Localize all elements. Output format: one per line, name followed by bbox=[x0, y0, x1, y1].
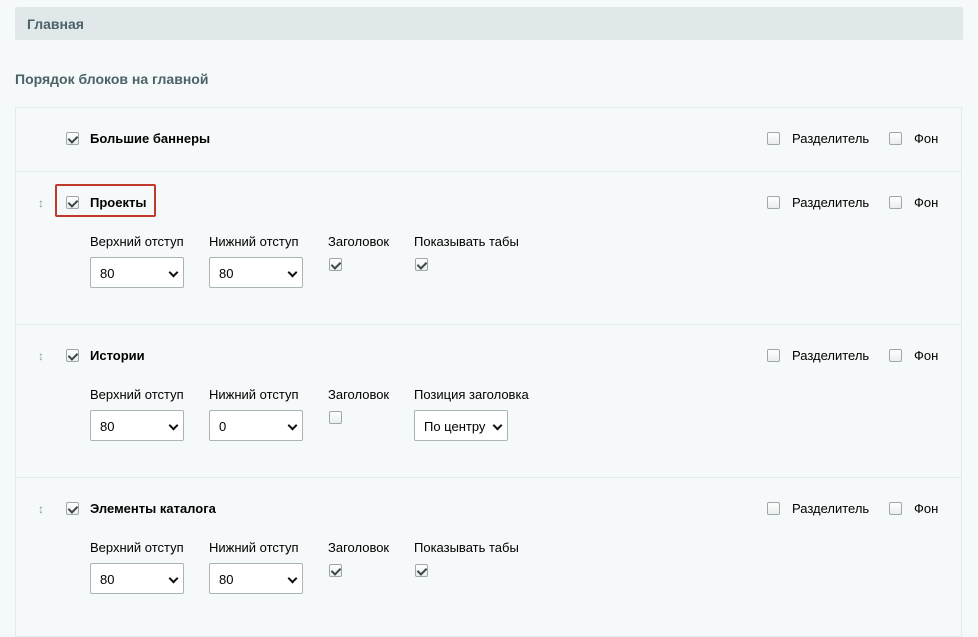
drag-handle-icon[interactable]: ↕ bbox=[38, 350, 44, 362]
heading-checkbox[interactable] bbox=[329, 564, 342, 577]
separator-checkbox[interactable] bbox=[767, 196, 780, 209]
top-padding-label: Верхний отступ bbox=[90, 540, 184, 555]
heading-position-select[interactable]: По центру bbox=[414, 410, 508, 441]
show-tabs-checkbox[interactable] bbox=[415, 258, 428, 271]
heading-label: Заголовок bbox=[328, 540, 390, 555]
show-tabs-checkbox[interactable] bbox=[415, 564, 428, 577]
chevron-down-icon bbox=[287, 267, 298, 278]
block-enabled-checkbox[interactable] bbox=[66, 502, 79, 515]
separator-checkbox[interactable] bbox=[767, 502, 780, 515]
background-label: Фон bbox=[914, 501, 939, 516]
page-title: Главная bbox=[27, 16, 84, 32]
top-padding-label: Верхний отступ bbox=[90, 234, 184, 249]
top-padding-select[interactable]: 80 bbox=[90, 563, 184, 594]
separator-label: Разделитель bbox=[792, 195, 870, 210]
heading-checkbox[interactable] bbox=[329, 411, 342, 424]
chevron-down-icon bbox=[168, 573, 179, 584]
bottom-padding-label: Нижний отступ bbox=[209, 540, 299, 555]
block-enabled-checkbox[interactable] bbox=[66, 349, 79, 362]
page-header: Главная bbox=[15, 7, 963, 40]
block-projects: ↕ Проекты Разделитель Фон Верхний отступ… bbox=[15, 171, 962, 325]
drag-handle-icon[interactable]: ↕ bbox=[38, 197, 44, 209]
drag-handle-icon[interactable]: ↕ bbox=[38, 503, 44, 515]
chevron-down-icon bbox=[492, 420, 503, 431]
chevron-down-icon bbox=[287, 573, 298, 584]
block-big-banners: Большие баннеры Разделитель Фон bbox=[15, 107, 962, 172]
background-checkbox[interactable] bbox=[889, 502, 902, 515]
section-title: Порядок блоков на главной bbox=[15, 71, 209, 87]
background-checkbox[interactable] bbox=[889, 132, 902, 145]
separator-label: Разделитель bbox=[792, 131, 870, 146]
separator-label: Разделитель bbox=[792, 501, 870, 516]
block-name: Большие баннеры bbox=[90, 131, 211, 146]
show-tabs-label: Показывать табы bbox=[414, 234, 519, 249]
background-checkbox[interactable] bbox=[889, 349, 902, 362]
block-name: Элементы каталога bbox=[90, 501, 216, 516]
background-checkbox[interactable] bbox=[889, 196, 902, 209]
chevron-down-icon bbox=[168, 267, 179, 278]
heading-label: Заголовок bbox=[328, 387, 390, 402]
block-name: Истории bbox=[90, 348, 145, 363]
bottom-padding-select[interactable]: 0 bbox=[209, 410, 303, 441]
show-tabs-label: Показывать табы bbox=[414, 540, 519, 555]
block-catalog-items: ↕ Элементы каталога Разделитель Фон Верх… bbox=[15, 477, 962, 637]
top-padding-select[interactable]: 80 bbox=[90, 410, 184, 441]
background-label: Фон bbox=[914, 348, 939, 363]
top-padding-label: Верхний отступ bbox=[90, 387, 184, 402]
heading-position-label: Позиция заголовка bbox=[414, 387, 529, 402]
bottom-padding-label: Нижний отступ bbox=[209, 234, 299, 249]
separator-checkbox[interactable] bbox=[767, 132, 780, 145]
background-label: Фон bbox=[914, 195, 939, 210]
selection-highlight bbox=[55, 184, 156, 217]
separator-label: Разделитель bbox=[792, 348, 870, 363]
heading-checkbox[interactable] bbox=[329, 258, 342, 271]
bottom-padding-label: Нижний отступ bbox=[209, 387, 299, 402]
background-label: Фон bbox=[914, 131, 939, 146]
chevron-down-icon bbox=[287, 420, 298, 431]
bottom-padding-select[interactable]: 80 bbox=[209, 563, 303, 594]
bottom-padding-select[interactable]: 80 bbox=[209, 257, 303, 288]
chevron-down-icon bbox=[168, 420, 179, 431]
separator-checkbox[interactable] bbox=[767, 349, 780, 362]
heading-label: Заголовок bbox=[328, 234, 390, 249]
block-stories: ↕ Истории Разделитель Фон Верхний отступ… bbox=[15, 324, 962, 478]
top-padding-select[interactable]: 80 bbox=[90, 257, 184, 288]
block-enabled-checkbox[interactable] bbox=[66, 132, 79, 145]
